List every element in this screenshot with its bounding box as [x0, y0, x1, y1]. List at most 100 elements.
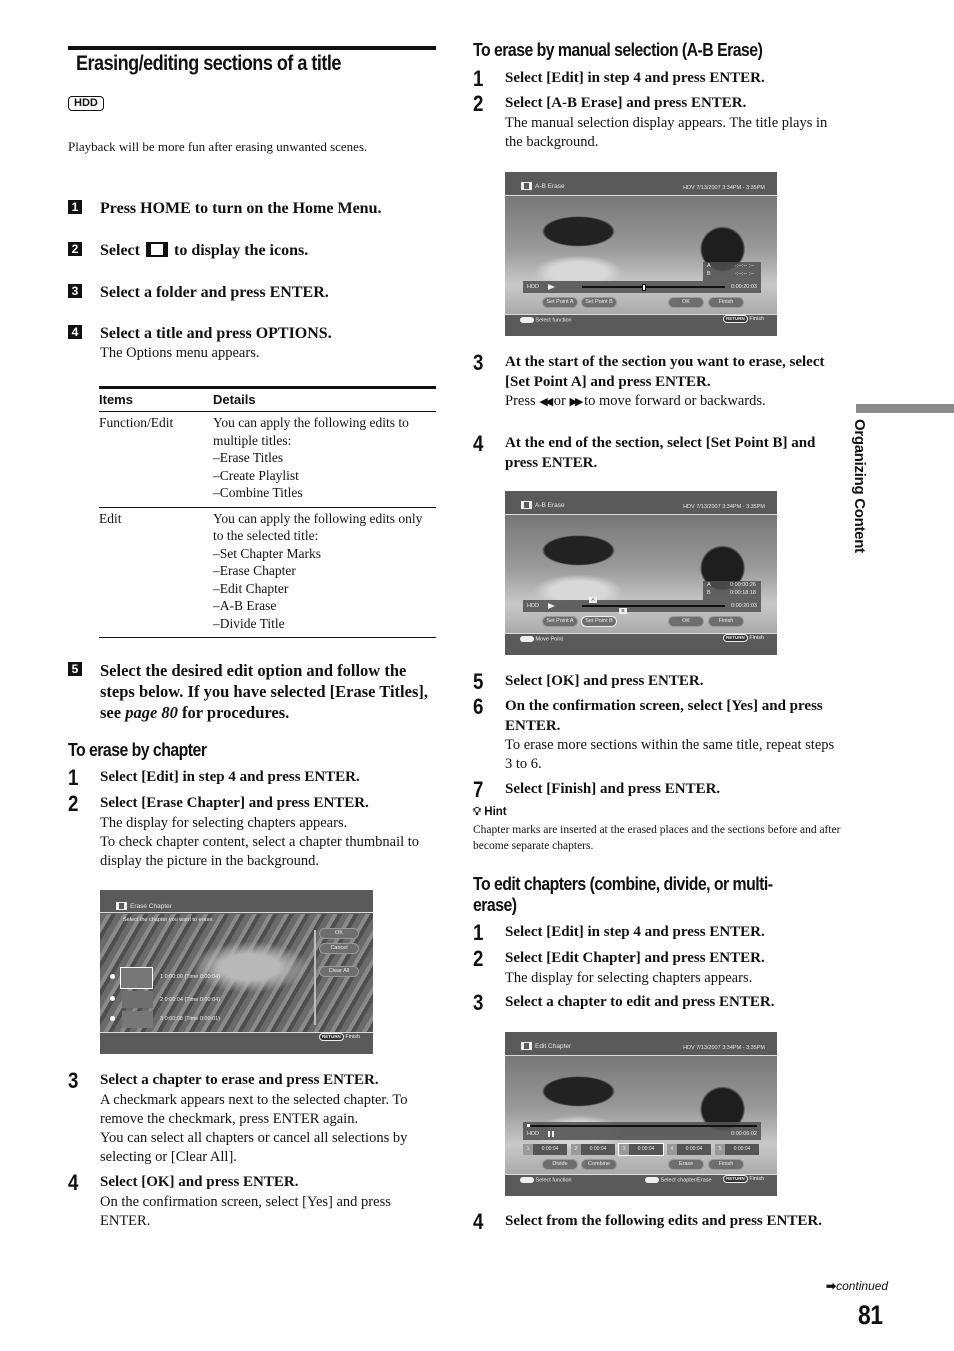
return-key-icon: RETURN: [723, 634, 748, 642]
chapter-step-4: 4 Select [OK] and press ENTER. On the co…: [68, 1170, 391, 1229]
ok-button[interactable]: OK: [668, 616, 704, 627]
ab-step-7: 7 Select [Finish] and press ENTER.: [473, 777, 721, 802]
ab-step-2: 2 Select [A-B Erase] and press ENTER. Th…: [473, 91, 828, 150]
progress-handle[interactable]: [527, 1124, 530, 1127]
dpad-icon: [520, 635, 534, 642]
finish-button[interactable]: Finish: [708, 1159, 744, 1170]
section-heading: To erase by manual selection (A-B Erase): [473, 40, 763, 60]
step-text: to display the icons.: [173, 242, 309, 259]
edit-step-2: 2 Select [Edit Chapter] and press ENTER.…: [473, 946, 765, 986]
point-b-marker[interactable]: B: [619, 608, 627, 614]
fast-forward-icon: ▶▶: [569, 396, 584, 408]
ab-erase-screen-2: A-B Erase HDV 7/13/2007 3:34PM - 3:35PM …: [505, 491, 777, 655]
table-cell-item: Function/Edit: [99, 411, 213, 508]
page-number: 81: [858, 1300, 883, 1330]
section-heading: To erase by chapter: [68, 740, 207, 760]
step-number: 1: [68, 200, 82, 214]
page-title: Erasing/editing sections of a title: [76, 52, 341, 75]
play-icon: [548, 284, 555, 290]
progress-track[interactable]: [582, 605, 725, 607]
chapter-cell[interactable]: 1 0:00:04: [523, 1144, 567, 1155]
chapter-cell[interactable]: 4 0:00:04: [667, 1144, 711, 1155]
return-key-icon: RETURN: [723, 315, 748, 323]
rewind-icon: ◀◀: [539, 396, 553, 408]
main-step-2: 2 Select to display the icons.: [68, 240, 308, 261]
progress-track[interactable]: [527, 1125, 757, 1127]
main-step-4: 4 Select a title and press OPTIONS. The …: [68, 323, 332, 363]
step-number: 2: [68, 242, 82, 256]
film-icon: [116, 902, 127, 910]
page-link[interactable]: page 80: [125, 703, 178, 722]
chapter-item[interactable]: 2 0:00:04 (Time 0:00:04): [160, 997, 220, 1003]
chapter-thumbnail[interactable]: [122, 1011, 153, 1028]
step-text: Select a folder and press ENTER.: [100, 284, 329, 301]
hint-heading: 💡︎ Hint: [473, 806, 507, 818]
column-header: Items: [99, 387, 213, 412]
chapter-thumbnail[interactable]: [122, 991, 153, 1008]
film-icon: [521, 182, 532, 190]
chapter-cell-selected[interactable]: 3 0:00:04: [618, 1143, 664, 1156]
erase-chapter-screen: Erase Chapter Select the chapter you wan…: [100, 890, 373, 1054]
chapter-list: 1 0:00:04 2 0:00:04 3 0:00:04 4 0:00:04 5 0:0…: [523, 1143, 759, 1156]
film-icon: [145, 242, 168, 257]
set-point-b-button[interactable]: Set Point B: [581, 616, 617, 627]
dpad-icon: [520, 1176, 534, 1183]
chapter-step-3: 3 Select a chapter to erase and press EN…: [68, 1068, 408, 1165]
table-row: Edit You can apply the following edits o…: [99, 507, 436, 638]
finish-button[interactable]: Finish: [708, 297, 744, 308]
set-point-a-button[interactable]: Set Point A: [542, 616, 578, 627]
chapter-item[interactable]: 3 0:00:08 (Time 0:00:01): [160, 1016, 220, 1022]
table-cell-item: Edit: [99, 510, 122, 526]
edit-step-3: 3 Select a chapter to edit and press ENT…: [473, 990, 775, 1015]
ok-button[interactable]: OK: [668, 297, 704, 308]
edit-chapter-screen: Edit Chapter HDV 7/13/2007 3:34PM - 3:35…: [505, 1032, 777, 1196]
chapter-step-1: 1 Select [Edit] in step 4 and press ENTE…: [68, 765, 360, 790]
dpad-icon: [645, 1176, 659, 1183]
continued-note: ➡continued: [826, 1279, 889, 1293]
film-icon: [521, 1042, 532, 1050]
return-key-icon: RETURN: [319, 1033, 344, 1041]
column-header: Details: [213, 387, 436, 412]
step-text: Press HOME to turn on the Home Menu.: [100, 200, 382, 217]
lightbulb-icon: 💡︎: [473, 806, 482, 818]
chapter-cell[interactable]: 5 0:00:04: [715, 1144, 759, 1155]
ab-step-3: 3 At the start of the section you want t…: [473, 350, 825, 410]
ok-button[interactable]: OK: [319, 928, 359, 939]
chapter-cell[interactable]: 2 0:00:04: [571, 1144, 615, 1155]
progress-track[interactable]: [582, 286, 725, 288]
erase-button[interactable]: Erase: [668, 1159, 704, 1170]
progress-handle[interactable]: [642, 284, 647, 291]
table-header-row: Items Details: [99, 387, 436, 412]
dpad-icon: [520, 316, 534, 323]
clear-all-button[interactable]: Clear All: [319, 966, 359, 977]
play-icon: [548, 603, 555, 609]
ab-step-1: 1 Select [Edit] in step 4 and press ENTE…: [473, 66, 765, 91]
finish-button[interactable]: Finish: [708, 616, 744, 627]
main-step-5: 5 Select the desired edit option and fol…: [68, 660, 438, 723]
set-point-a-button[interactable]: Set Point A: [542, 297, 578, 308]
table-cell-details: You can apply the following edits only t…: [213, 510, 423, 631]
table-row: Function/Edit You can apply the followin…: [99, 411, 436, 508]
set-point-b-button[interactable]: Set Point B: [581, 297, 617, 308]
chapter-thumbnail[interactable]: [120, 967, 153, 989]
intro-text: Playback will be more fun after erasing …: [68, 139, 368, 154]
background-photo: [505, 1056, 777, 1174]
ab-step-4: 4 At the end of the section, select [Set…: [473, 431, 816, 471]
point-a-marker[interactable]: A: [589, 597, 597, 603]
pause-icon: [548, 1131, 554, 1137]
return-key-icon: RETURN: [723, 1175, 748, 1183]
cancel-button[interactable]: Cancel: [319, 943, 359, 954]
hint-text: Chapter marks are inserted at the erased…: [473, 824, 841, 852]
step-note: The Options menu appears.: [100, 345, 260, 361]
hdd-badge: HDD: [68, 96, 104, 111]
side-tab-label: Organizing Content: [851, 419, 868, 553]
combine-button[interactable]: Combine: [581, 1159, 617, 1170]
main-step-3: 3 Select a folder and press ENTER.: [68, 282, 329, 303]
chapter-item[interactable]: 1 0:00:00 (Time 0:00:04): [160, 974, 220, 980]
edit-step-1: 1 Select [Edit] in step 4 and press ENTE…: [473, 920, 765, 945]
step-number: 3: [68, 284, 82, 298]
side-tab-marker: [856, 404, 954, 413]
divide-button[interactable]: Divide: [542, 1159, 578, 1170]
main-step-1: 1 Press HOME to turn on the Home Menu.: [68, 198, 381, 219]
ab-step-6: 6 On the confirmation screen, select [Ye…: [473, 694, 835, 773]
